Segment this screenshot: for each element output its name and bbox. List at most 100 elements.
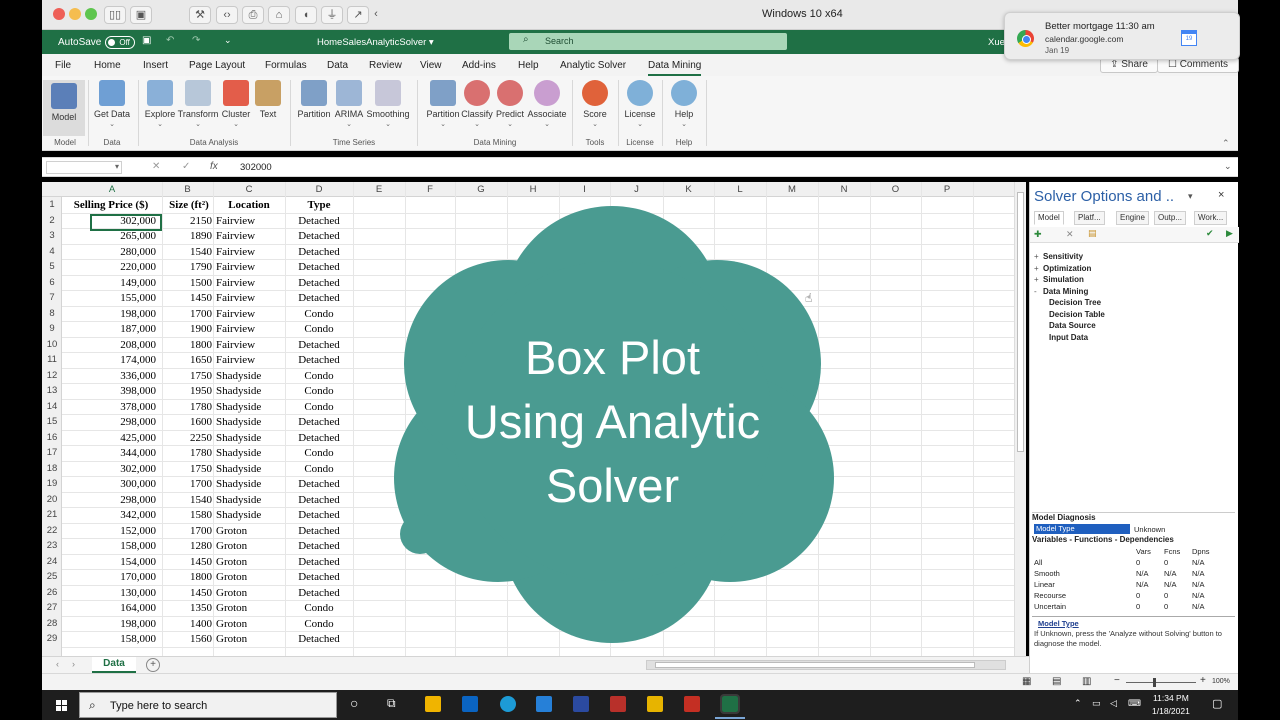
- edge-icon[interactable]: [500, 696, 516, 712]
- table-cell[interactable]: Fairview: [216, 323, 284, 335]
- table-cell[interactable]: 1540: [164, 246, 212, 258]
- table-cell[interactable]: Shadyside: [216, 447, 284, 459]
- row-header[interactable]: 1: [42, 199, 62, 210]
- row-header[interactable]: 11: [42, 354, 62, 365]
- table-cell[interactable]: 170,000: [64, 571, 156, 583]
- tree-item-sensitivity[interactable]: + Sensitivity: [1034, 252, 1234, 264]
- header-cell[interactable]: Type: [287, 199, 351, 211]
- table-cell[interactable]: Condo: [287, 463, 351, 475]
- table-cell[interactable]: Detached: [287, 416, 351, 428]
- table-cell[interactable]: 158,000: [64, 540, 156, 552]
- table-cell[interactable]: Groton: [216, 587, 284, 599]
- row-header[interactable]: 28: [42, 618, 62, 629]
- audio-icon[interactable]: ◖: [295, 6, 317, 24]
- table-cell[interactable]: 198,000: [64, 618, 156, 630]
- table-cell[interactable]: 300,000: [64, 478, 156, 490]
- table-cell[interactable]: 155,000: [64, 292, 156, 304]
- license-button[interactable]: License ⌄: [618, 80, 662, 128]
- row-header[interactable]: 26: [42, 587, 62, 598]
- table-cell[interactable]: 1450: [164, 292, 212, 304]
- drive-icon[interactable]: ⌂: [268, 6, 290, 24]
- table-cell[interactable]: Detached: [287, 478, 351, 490]
- solve-icon[interactable]: ▶: [1226, 228, 1233, 239]
- table-cell[interactable]: Groton: [216, 556, 284, 568]
- taskbar-clock[interactable]: 11:34 PM 1/18/2021: [1152, 692, 1190, 718]
- column-header-p[interactable]: P: [921, 184, 973, 195]
- table-cell[interactable]: Condo: [287, 385, 351, 397]
- table-cell[interactable]: 1280: [164, 540, 212, 552]
- table-cell[interactable]: Condo: [287, 401, 351, 413]
- table-cell[interactable]: Detached: [287, 261, 351, 273]
- table-cell[interactable]: Condo: [287, 323, 351, 335]
- table-cell[interactable]: 1790: [164, 261, 212, 273]
- table-cell[interactable]: 378,000: [64, 401, 156, 413]
- tray-chevron-icon[interactable]: ⌃: [1074, 698, 1082, 709]
- table-cell[interactable]: Shadyside: [216, 494, 284, 506]
- autosave-control[interactable]: AutoSave Off: [58, 36, 136, 49]
- table-cell[interactable]: Detached: [287, 633, 351, 645]
- row-header[interactable]: 17: [42, 447, 62, 458]
- row-header[interactable]: 7: [42, 292, 62, 303]
- table-cell[interactable]: 302,000: [64, 463, 156, 475]
- row-header[interactable]: 8: [42, 308, 62, 319]
- collapse-icon[interactable]: -: [1034, 287, 1043, 296]
- windows-start-icon[interactable]: [56, 700, 67, 711]
- tab-home[interactable]: Home: [94, 60, 121, 71]
- formula-input[interactable]: 302000: [240, 162, 272, 173]
- table-cell[interactable]: 1450: [164, 556, 212, 568]
- document-title[interactable]: HomeSalesAnalyticSolver ▾: [317, 37, 434, 48]
- row-header[interactable]: 18: [42, 463, 62, 474]
- undo-icon[interactable]: ↶: [166, 35, 174, 46]
- table-cell[interactable]: Shadyside: [216, 416, 284, 428]
- chevron-left-icon[interactable]: ‹: [370, 6, 382, 24]
- table-cell[interactable]: Groton: [216, 525, 284, 537]
- table-cell[interactable]: Fairview: [216, 277, 284, 289]
- row-header[interactable]: 2: [42, 215, 62, 226]
- collapse-ribbon-icon[interactable]: ⌃: [1222, 138, 1230, 149]
- table-cell[interactable]: Condo: [287, 370, 351, 382]
- table-cell[interactable]: 1560: [164, 633, 212, 645]
- header-cell[interactable]: Selling Price ($): [64, 199, 158, 211]
- zoom-out-icon[interactable]: −: [1114, 675, 1120, 686]
- print-icon[interactable]: ⎙: [242, 6, 264, 24]
- notification-toast[interactable]: Better mortgage 11:30 am calendar.google…: [1004, 12, 1240, 60]
- table-cell[interactable]: 220,000: [64, 261, 156, 273]
- insert-function-icon[interactable]: fx: [210, 161, 218, 172]
- table-cell[interactable]: Shadyside: [216, 370, 284, 382]
- sidebar-toggle-icon[interactable]: ▯▯: [104, 6, 126, 24]
- table-cell[interactable]: 1750: [164, 463, 212, 475]
- table-cell[interactable]: Shadyside: [216, 401, 284, 413]
- pane-options-icon[interactable]: ▾: [1188, 191, 1193, 202]
- table-cell[interactable]: 398,000: [64, 385, 156, 397]
- table-cell[interactable]: 1650: [164, 354, 212, 366]
- tree-item-simulation[interactable]: + Simulation: [1034, 275, 1234, 287]
- model-type-row[interactable]: Model Type Unknown: [1032, 524, 1235, 535]
- vertical-scrollbar[interactable]: [1014, 182, 1026, 656]
- table-cell[interactable]: 298,000: [64, 416, 156, 428]
- usb-icon[interactable]: ⏚: [321, 6, 343, 24]
- tree-item-data-mining[interactable]: - Data Mining: [1034, 287, 1234, 299]
- customize-toolbar-icon[interactable]: ⌄: [224, 35, 232, 46]
- table-cell[interactable]: 2150: [164, 215, 212, 227]
- text-button[interactable]: Text: [246, 80, 290, 119]
- table-cell[interactable]: Condo: [287, 618, 351, 630]
- table-cell[interactable]: 130,000: [64, 587, 156, 599]
- table-cell[interactable]: Detached: [287, 292, 351, 304]
- table-cell[interactable]: Detached: [287, 230, 351, 242]
- tab-data[interactable]: Data: [327, 60, 348, 71]
- sheet-tab-data[interactable]: Data: [92, 657, 136, 673]
- table-cell[interactable]: 1580: [164, 509, 212, 521]
- row-header[interactable]: 16: [42, 432, 62, 443]
- tab-data-mining[interactable]: Data Mining: [648, 60, 702, 76]
- table-cell[interactable]: 1750: [164, 370, 212, 382]
- table-cell[interactable]: 174,000: [64, 354, 156, 366]
- sheet-next-icon[interactable]: ›: [72, 659, 75, 669]
- row-header[interactable]: 10: [42, 339, 62, 350]
- table-cell[interactable]: 208,000: [64, 339, 156, 351]
- solver-tab-model[interactable]: Model: [1034, 211, 1064, 225]
- table-cell[interactable]: 164,000: [64, 602, 156, 614]
- table-cell[interactable]: 1780: [164, 401, 212, 413]
- table-cell[interactable]: Groton: [216, 602, 284, 614]
- add-sheet-button[interactable]: +: [146, 658, 160, 672]
- page-layout-view-icon[interactable]: ▤: [1052, 676, 1061, 687]
